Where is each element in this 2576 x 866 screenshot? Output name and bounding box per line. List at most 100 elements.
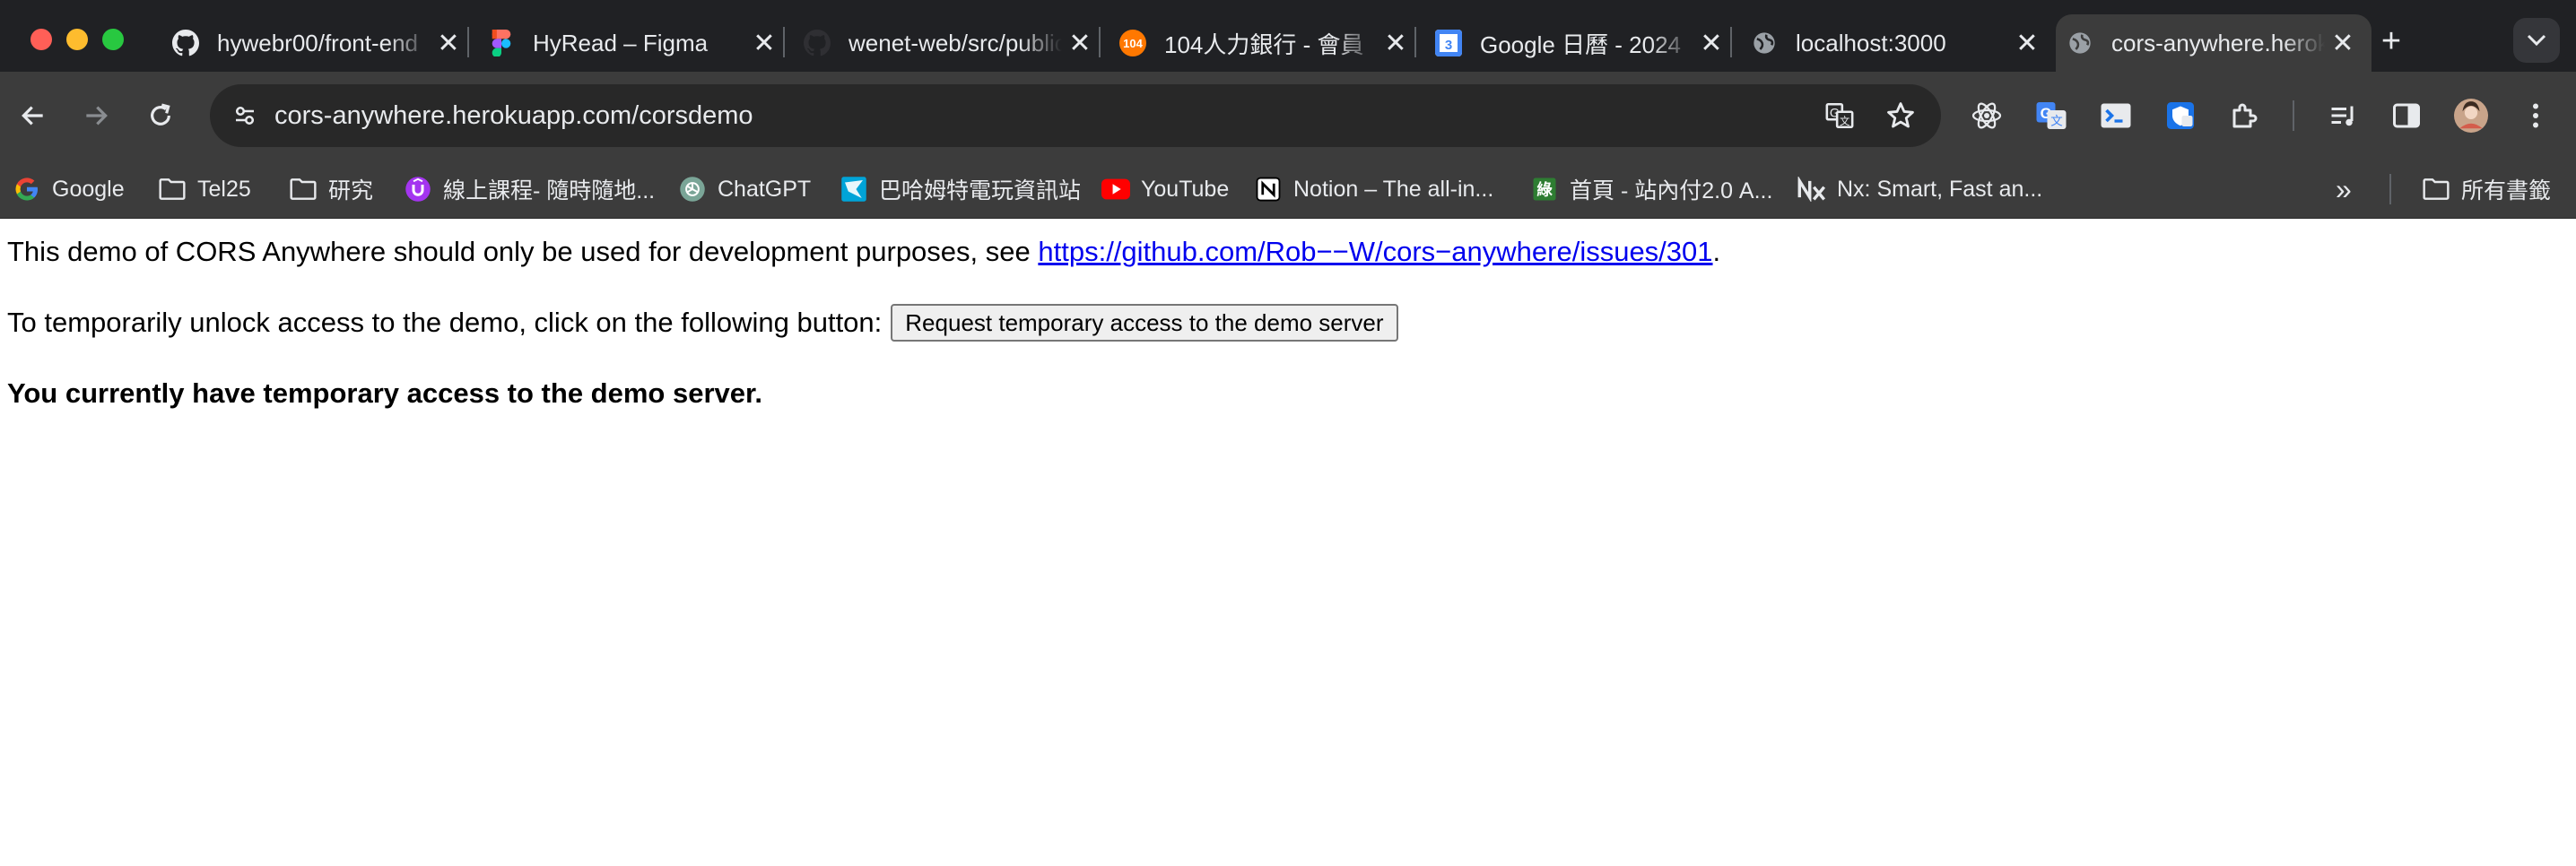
access-status-message: You currently have temporary access to t… — [7, 377, 762, 409]
tab-strip: hywebr00/front-end ✕ HyRead – Figma ✕ we… — [0, 0, 2576, 72]
puzzle-icon[interactable] — [2224, 95, 2266, 136]
bookmark-ecpay[interactable]: 綠 首頁 - 站內付2.0 A... — [1530, 169, 1772, 210]
all-bookmarks-button[interactable]: 所有書籤 — [2422, 169, 2551, 210]
folder-icon — [289, 175, 318, 204]
address-bar[interactable]: cors-anywhere.herokuapp.com/corsdemo G文 — [210, 84, 1941, 147]
chevron-down-icon — [2527, 34, 2546, 47]
github-icon — [172, 30, 199, 56]
security-extension-icon[interactable] — [2160, 95, 2201, 136]
bookmark-label: Google — [52, 176, 125, 202]
svg-text:文: 文 — [1840, 115, 1849, 127]
tab-search-button[interactable] — [2513, 18, 2560, 63]
tab-divider — [1099, 27, 1101, 57]
bookmark-label: 所有書籤 — [2461, 178, 2552, 204]
bookmark-label: Tel25 — [197, 176, 251, 202]
bookmark-udemy[interactable]: 線上課程- 隨時隨地... — [404, 169, 655, 210]
react-devtools-icon[interactable] — [1966, 95, 2007, 136]
request-access-button[interactable]: Request temporary access to the demo ser… — [891, 304, 1398, 342]
bookmark-label: 巴哈姆特電玩資訊站 — [879, 178, 1082, 204]
bookmark-label: 研究 — [328, 178, 374, 204]
ecpay-icon: 綠 — [1530, 175, 1559, 204]
folder-icon — [2422, 175, 2450, 204]
tab-google-calendar[interactable]: 3 Google 日曆 - 2024 ✕ — [1424, 14, 1740, 72]
bookmark-label: Nx: Smart, Fast an... — [1837, 176, 2043, 202]
translate-icon[interactable]: G文 — [1819, 95, 1860, 136]
bookmarks-divider — [2389, 174, 2391, 204]
bookmark-label: 線上課程- 隨時隨地... — [443, 178, 656, 204]
tab-title: 104人力銀行 - 會員 — [1164, 30, 1364, 58]
tab-localhost[interactable]: localhost:3000 ✕ — [1740, 14, 2056, 72]
notion-icon — [1254, 175, 1283, 204]
back-button[interactable] — [7, 90, 59, 142]
window-close-button[interactable] — [30, 29, 52, 50]
avatar[interactable] — [2450, 95, 2492, 136]
tab-cors-anywhere[interactable]: cors-anywhere.herokuapp.com ✕ — [2056, 14, 2371, 72]
browser-toolbar: cors-anywhere.herokuapp.com/corsdemo G文 … — [0, 72, 2576, 160]
bookmark-bahamut[interactable]: 巴哈姆特電玩資訊站 — [840, 169, 1081, 210]
google-icon — [13, 175, 41, 204]
page-content: This demo of CORS Anywhere should only b… — [0, 220, 2576, 866]
globe-icon — [1751, 30, 1778, 56]
reload-button[interactable] — [135, 90, 187, 142]
bahamut-icon — [840, 175, 868, 204]
bookmark-label: 首頁 - 站內付2.0 A... — [1570, 178, 1773, 204]
bookmark-youtube[interactable]: YouTube — [1101, 169, 1229, 210]
more-menu-icon[interactable] — [2515, 95, 2556, 136]
google-translate-icon[interactable]: G文 — [2031, 95, 2072, 136]
bookmark-notion[interactable]: Notion – The all-in... — [1254, 169, 1493, 210]
tab-divider — [467, 27, 469, 57]
bookmark-folder-research[interactable]: 研究 — [289, 169, 373, 210]
tab-close-icon[interactable]: ✕ — [2325, 25, 2361, 61]
bookmark-nx[interactable]: Nx: Smart, Fast an... — [1797, 169, 2042, 210]
terminal-extension-icon[interactable] — [2095, 95, 2137, 136]
media-queue-icon[interactable] — [2323, 95, 2364, 136]
tab-close-icon[interactable]: ✕ — [1693, 25, 1729, 61]
folder-icon — [158, 175, 187, 204]
tab-github-wenet-web[interactable]: wenet-web/src/public ✕ — [793, 14, 1109, 72]
bookmark-label: YouTube — [1141, 176, 1230, 202]
tab-title: cors-anywhere.herokuapp.com — [2111, 29, 2325, 56]
bookmark-chatgpt[interactable]: ChatGPT — [678, 169, 811, 210]
svg-text:3: 3 — [1445, 38, 1452, 53]
chevron-double-right-icon: » — [2336, 172, 2352, 205]
bookmarks-overflow-button[interactable]: » — [2336, 169, 2352, 210]
bookmark-folder-tel25[interactable]: Tel25 — [158, 169, 251, 210]
tab-104-bank[interactable]: 104 104人力銀行 - 會員 ✕ — [1109, 14, 1424, 72]
svg-text:綠: 綠 — [1536, 180, 1553, 199]
nx-icon — [1797, 175, 1826, 204]
bookmarks-bar: Google Tel25 研究 線上課程- 隨時隨地... ChatGPT 巴哈… — [0, 160, 2576, 219]
youtube-icon — [1101, 175, 1130, 204]
notice-text: This demo of CORS Anywhere should only b… — [7, 236, 1039, 267]
tab-close-icon[interactable]: ✕ — [1062, 25, 1098, 61]
site-info-icon[interactable] — [222, 93, 267, 138]
bookmark-star-icon[interactable] — [1880, 95, 1921, 136]
plus-icon: + — [2380, 22, 2402, 60]
window-maximize-button[interactable] — [102, 29, 124, 50]
arrow-left-icon — [22, 106, 43, 126]
tab-github-front-end[interactable]: hywebr00/front-end ✕ — [161, 14, 477, 72]
reload-icon — [151, 103, 170, 126]
tab-divider — [1730, 27, 1732, 57]
tab-title: wenet-web/src/public — [849, 29, 1062, 56]
toolbar-divider — [2293, 100, 2294, 131]
tab-close-icon[interactable]: ✕ — [431, 25, 466, 61]
new-tab-button[interactable]: + — [2371, 22, 2411, 61]
bookmark-label: Notion – The all-in... — [1293, 176, 1494, 202]
tab-close-icon[interactable]: ✕ — [2009, 25, 2045, 61]
tab-title: Google 日曆 - 2024 — [1480, 30, 1682, 58]
side-panel-icon[interactable] — [2386, 95, 2427, 136]
tab-close-icon[interactable]: ✕ — [1378, 25, 1414, 61]
unlock-text: To temporarily unlock access to the demo… — [7, 307, 883, 338]
arrow-right-icon — [86, 106, 108, 126]
bookmark-google[interactable]: Google — [13, 169, 125, 210]
tab-close-icon[interactable]: ✕ — [746, 25, 782, 61]
figma-icon — [488, 30, 515, 56]
github-issue-link[interactable]: https://github.com/Rob−−W/cors−anywhere/… — [1038, 236, 1712, 267]
tab-divider — [1414, 27, 1416, 57]
forward-button[interactable] — [70, 90, 122, 142]
window-minimize-button[interactable] — [66, 29, 88, 50]
tab-title: hywebr00/front-end — [217, 29, 419, 56]
github-icon — [804, 30, 831, 56]
tab-divider — [783, 27, 785, 57]
tab-figma-hyread[interactable]: HyRead – Figma ✕ — [477, 14, 793, 72]
